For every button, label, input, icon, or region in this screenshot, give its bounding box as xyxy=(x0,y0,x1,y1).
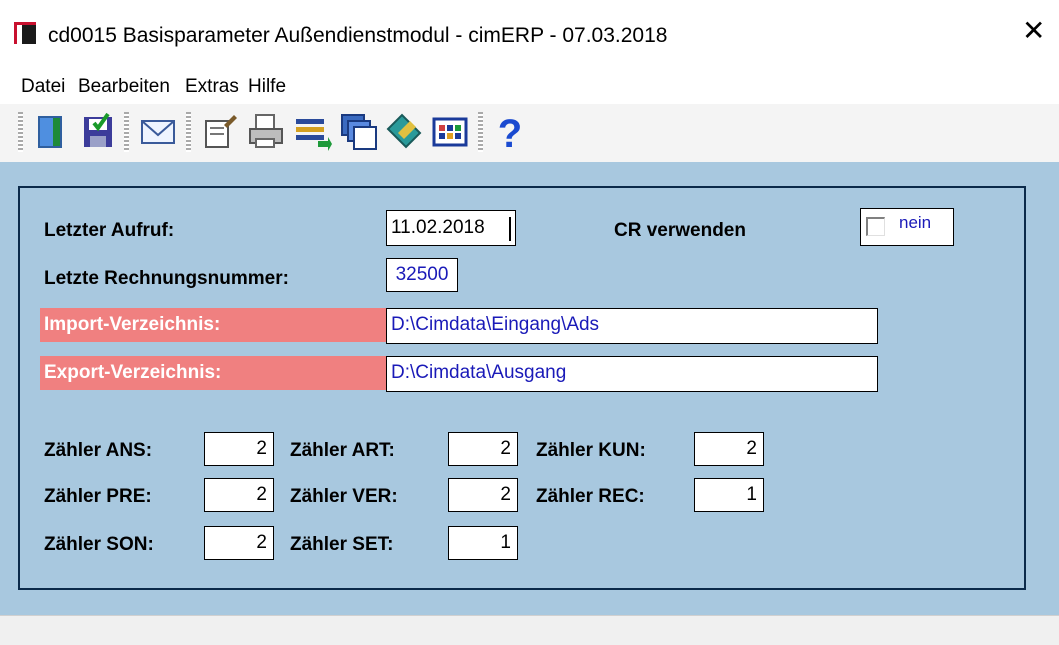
letzte-rechnungsnummer-label: Letzte Rechnungsnummer: xyxy=(44,268,289,289)
export-verzeichnis-input[interactable]: D:\Cimdata\Ausgang xyxy=(386,356,878,392)
zaehler-ver-input[interactable]: 2 xyxy=(448,478,518,512)
zaehler-set-input[interactable]: 1 xyxy=(448,526,518,560)
text-caret xyxy=(509,217,511,241)
toolbar: ? xyxy=(0,104,1059,162)
zaehler-kun-label: Zähler KUN: xyxy=(536,440,646,461)
checkbox-unchecked[interactable] xyxy=(866,217,885,236)
zaehler-ver-value: 2 xyxy=(500,484,511,505)
svg-text:?: ? xyxy=(498,112,522,153)
zaehler-rec-input[interactable]: 1 xyxy=(694,478,764,512)
import-verzeichnis-input[interactable]: D:\Cimdata\Eingang\Ads xyxy=(386,308,878,344)
save-disk-icon[interactable] xyxy=(78,111,118,153)
calendar-grid-icon[interactable] xyxy=(430,111,470,153)
toolbar-separator xyxy=(18,112,23,152)
close-icon[interactable]: ✕ xyxy=(1022,17,1045,45)
cimerp-app-icon xyxy=(14,22,36,44)
edit-note-icon[interactable] xyxy=(200,111,240,153)
zaehler-pre-value: 2 xyxy=(256,484,267,505)
toolbar-separator xyxy=(124,112,129,152)
exit-door-icon[interactable] xyxy=(30,111,70,153)
export-verzeichnis-label: Export-Verzeichnis: xyxy=(40,356,386,390)
zaehler-set-value: 1 xyxy=(500,532,511,553)
tag-label-icon[interactable] xyxy=(384,111,424,153)
zaehler-pre-input[interactable]: 2 xyxy=(204,478,274,512)
menu-hilfe[interactable]: Hilfe xyxy=(248,70,286,104)
zaehler-art-value: 2 xyxy=(500,438,511,459)
letzte-rechnungsnummer-input[interactable]: 32500 xyxy=(386,258,458,292)
zaehler-kun-input[interactable]: 2 xyxy=(694,432,764,466)
zaehler-kun-value: 2 xyxy=(746,438,757,459)
letzter-aufruf-value: 11.02.2018 xyxy=(391,217,485,238)
menu-bearbeiten[interactable]: Bearbeiten xyxy=(78,70,170,104)
zaehler-ans-label: Zähler ANS: xyxy=(44,440,153,461)
help-question-icon[interactable]: ? xyxy=(490,111,530,156)
zaehler-son-input[interactable]: 2 xyxy=(204,526,274,560)
zaehler-art-input[interactable]: 2 xyxy=(448,432,518,466)
windows-stack-icon[interactable] xyxy=(338,111,378,153)
zaehler-son-value: 2 xyxy=(256,532,267,553)
import-verzeichnis-value: D:\Cimdata\Eingang\Ads xyxy=(391,314,600,335)
zaehler-rec-value: 1 xyxy=(746,484,757,505)
zaehler-pre-label: Zähler PRE: xyxy=(44,486,152,507)
zaehler-ans-input[interactable]: 2 xyxy=(204,432,274,466)
status-bar xyxy=(0,615,1059,645)
transfer-list-icon[interactable] xyxy=(292,111,332,153)
cr-verwenden-checkbox[interactable]: nein xyxy=(860,208,954,246)
window-title: cd0015 Basisparameter Außendienstmodul -… xyxy=(48,24,668,47)
menu-extras[interactable]: Extras xyxy=(185,70,239,104)
zaehler-ver-label: Zähler VER: xyxy=(290,486,398,507)
mail-envelope-icon[interactable] xyxy=(138,111,178,153)
zaehler-set-label: Zähler SET: xyxy=(290,534,394,555)
zaehler-rec-label: Zähler REC: xyxy=(536,486,645,507)
client-area: Letzter Aufruf: 11.02.2018 CR verwenden … xyxy=(0,162,1059,615)
toolbar-separator xyxy=(186,112,191,152)
printer-icon[interactable] xyxy=(246,111,286,153)
cr-verwenden-value: nein xyxy=(899,213,932,232)
export-verzeichnis-value: D:\Cimdata\Ausgang xyxy=(391,362,567,383)
parameter-panel: Letzter Aufruf: 11.02.2018 CR verwenden … xyxy=(18,186,1026,590)
zaehler-ans-value: 2 xyxy=(256,438,267,459)
import-verzeichnis-label: Import-Verzeichnis: xyxy=(40,308,386,342)
menu-bar: Datei Bearbeiten Extras Hilfe xyxy=(0,70,1059,104)
cr-verwenden-label: CR verwenden xyxy=(614,220,746,241)
title-bar: cd0015 Basisparameter Außendienstmodul -… xyxy=(0,0,1059,70)
letzte-rechnungsnummer-value: 32500 xyxy=(395,264,449,285)
toolbar-separator xyxy=(478,112,483,152)
letzter-aufruf-input[interactable]: 11.02.2018 xyxy=(386,210,516,246)
menu-datei[interactable]: Datei xyxy=(21,70,65,104)
zaehler-art-label: Zähler ART: xyxy=(290,440,395,461)
zaehler-son-label: Zähler SON: xyxy=(44,534,154,555)
letzter-aufruf-label: Letzter Aufruf: xyxy=(44,220,175,241)
